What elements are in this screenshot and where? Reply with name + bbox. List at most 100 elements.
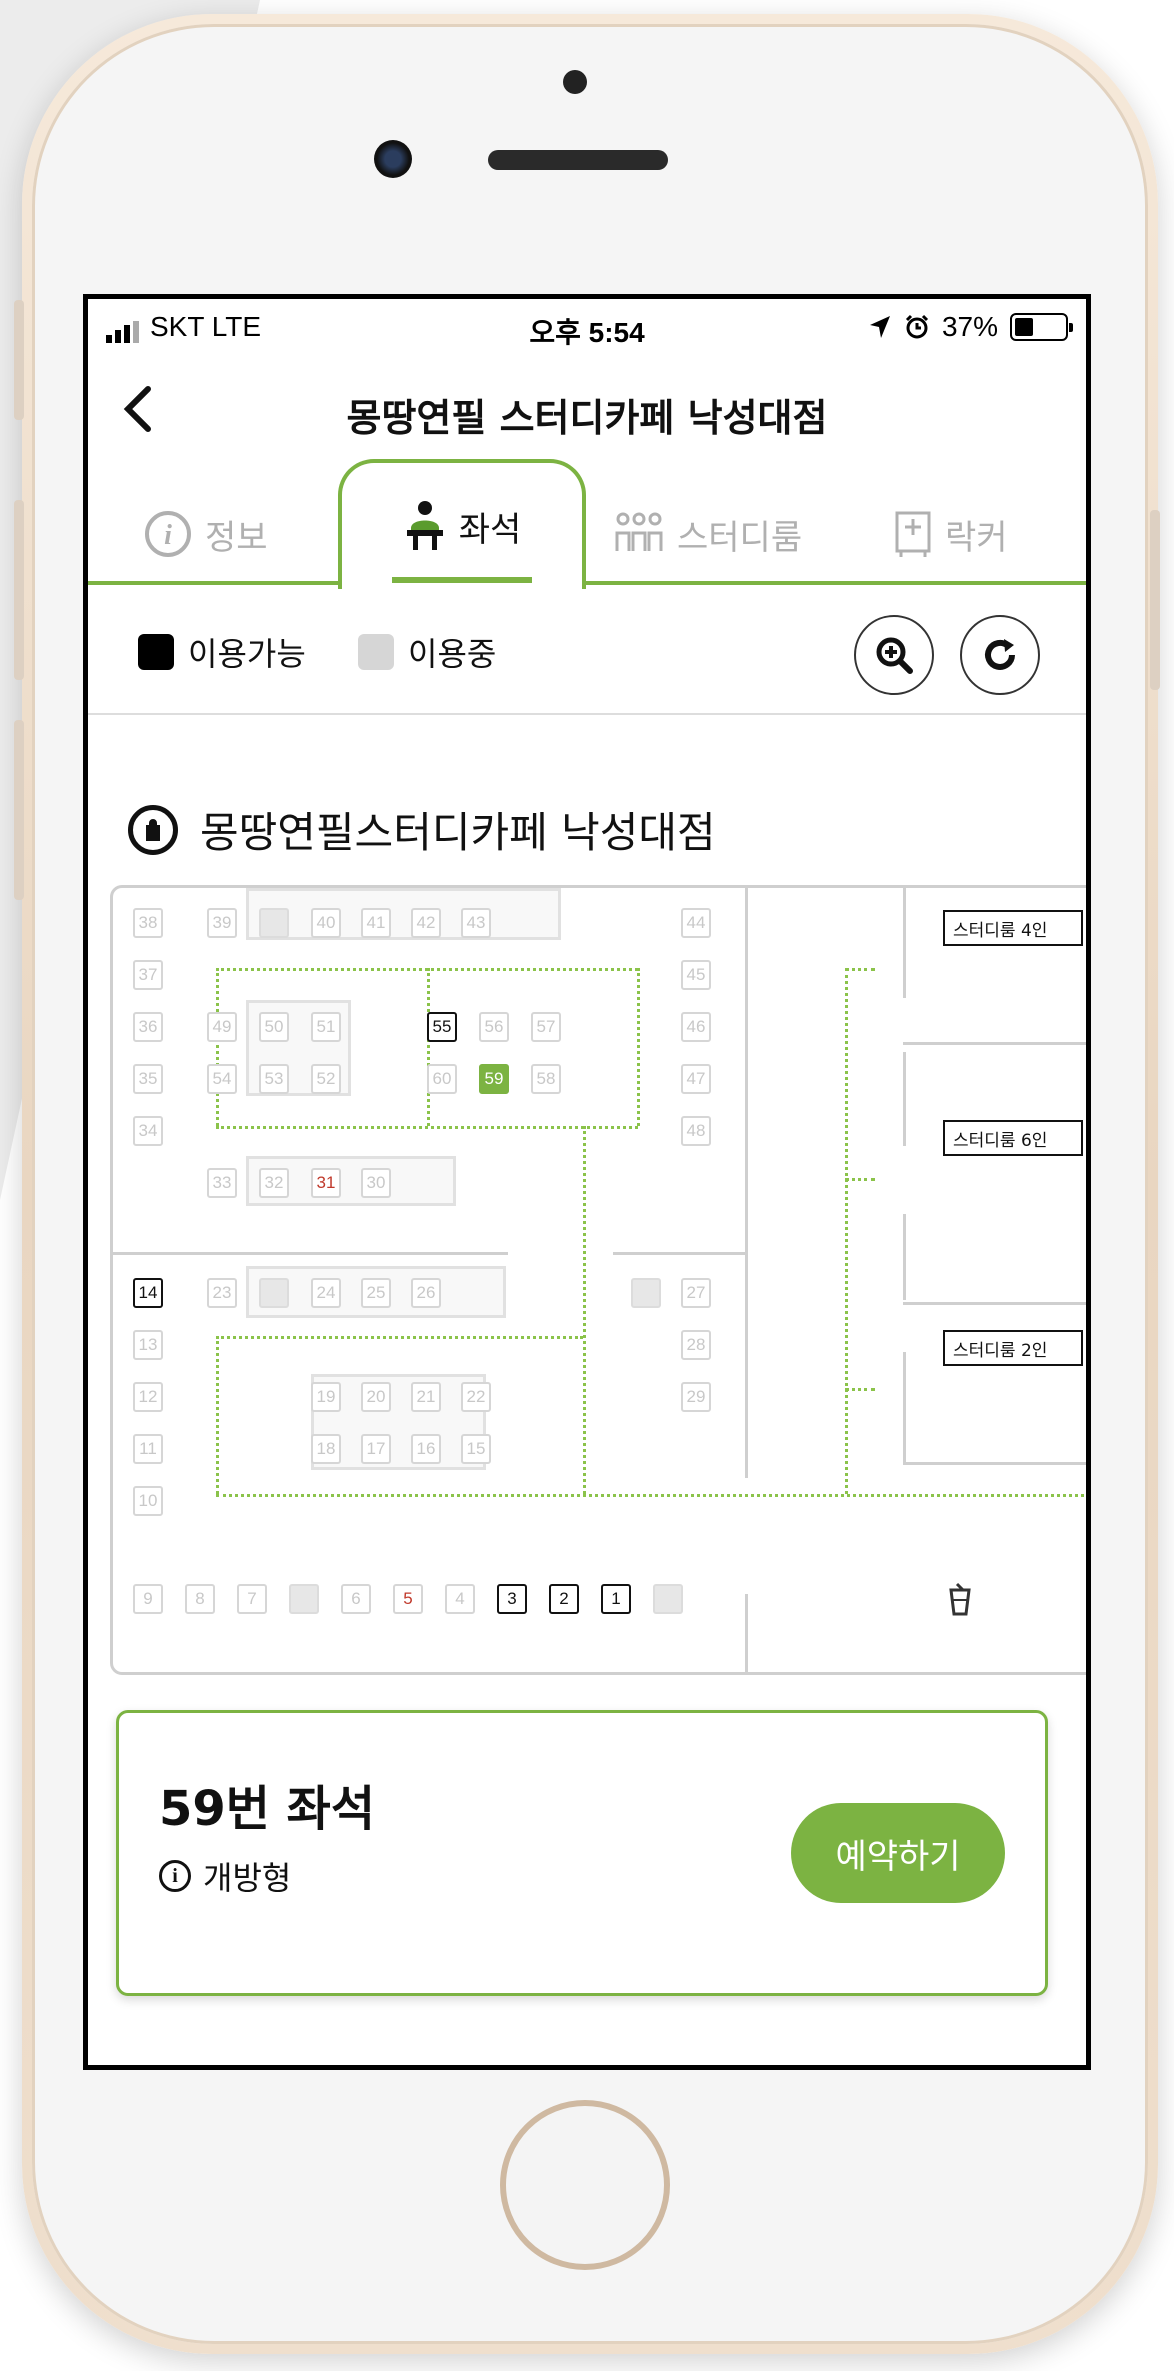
seat-19[interactable]: 19 [311, 1382, 341, 1412]
seat-9[interactable]: 9 [133, 1584, 163, 1614]
seat-17[interactable]: 17 [361, 1434, 391, 1464]
seat-58[interactable]: 58 [531, 1064, 561, 1094]
unavailable-seat [259, 908, 289, 938]
status-right: 37% [868, 311, 1073, 343]
seat-26[interactable]: 26 [411, 1278, 441, 1308]
seat-20[interactable]: 20 [361, 1382, 391, 1412]
seat-25[interactable]: 25 [361, 1278, 391, 1308]
seat-49[interactable]: 49 [207, 1012, 237, 1042]
seat-person-icon [406, 501, 443, 550]
tab-bar: i 정보 좌석 스터디룸 락커 [88, 459, 1086, 589]
seat-23[interactable]: 23 [207, 1278, 237, 1308]
seat-44[interactable]: 44 [681, 908, 711, 938]
seat-57[interactable]: 57 [531, 1012, 561, 1042]
page-title: 몽땅연필 스터디카페 낙성대점 [346, 396, 828, 440]
reserve-button[interactable]: 예약하기 [791, 1803, 1005, 1903]
seat-18[interactable]: 18 [311, 1434, 341, 1464]
studyroom-2-label[interactable]: 스터디룸 2인 [943, 1330, 1083, 1366]
seat-32[interactable]: 32 [259, 1168, 289, 1198]
seat-5[interactable]: 5 [393, 1584, 423, 1614]
walkway-path [427, 968, 430, 1126]
seat-37[interactable]: 37 [133, 960, 163, 990]
studyroom-4-label[interactable]: 스터디룸 4인 [943, 910, 1083, 946]
walkway-path [637, 968, 640, 1126]
seat-27[interactable]: 27 [681, 1278, 711, 1308]
seat-24[interactable]: 24 [311, 1278, 341, 1308]
seat-7[interactable]: 7 [237, 1584, 267, 1614]
seat-4[interactable]: 4 [445, 1584, 475, 1614]
walkway-path [216, 1126, 638, 1129]
seat-31[interactable]: 31 [311, 1168, 341, 1198]
battery-fill [1015, 318, 1033, 336]
seat-55[interactable]: 55 [427, 1012, 457, 1042]
seat-10[interactable]: 10 [133, 1486, 163, 1516]
map-wall [903, 1462, 1086, 1465]
map-wall [745, 888, 748, 1478]
seat-11[interactable]: 11 [133, 1434, 163, 1464]
seat-48[interactable]: 48 [681, 1116, 711, 1146]
map-wall [613, 1252, 745, 1255]
seat-14[interactable]: 14 [133, 1278, 163, 1308]
seat-54[interactable]: 54 [207, 1064, 237, 1094]
seat-8[interactable]: 8 [185, 1584, 215, 1614]
seat-59[interactable]: 59 [479, 1064, 509, 1094]
legend-in-use-label: 이용중 [408, 635, 497, 673]
seat-21[interactable]: 21 [411, 1382, 441, 1412]
seat-1[interactable]: 1 [601, 1584, 631, 1614]
seat-46[interactable]: 46 [681, 1012, 711, 1042]
seat-53[interactable]: 53 [259, 1064, 289, 1094]
seat-13[interactable]: 13 [133, 1330, 163, 1360]
seat-42[interactable]: 42 [411, 908, 441, 938]
seat-36[interactable]: 36 [133, 1012, 163, 1042]
seat-30[interactable]: 30 [361, 1168, 391, 1198]
locker-icon [895, 511, 931, 557]
tab-studyroom[interactable]: 스터디룸 [613, 499, 802, 569]
seat-38[interactable]: 38 [133, 908, 163, 938]
map-wall [903, 1352, 906, 1462]
seat-28[interactable]: 28 [681, 1330, 711, 1360]
in-use-swatch [358, 634, 394, 670]
battery-percent: 37% [941, 311, 998, 342]
seat-60[interactable]: 60 [427, 1064, 457, 1094]
seat-41[interactable]: 41 [361, 908, 391, 938]
store-name: 몽땅연필스터디카페 낙성대점 [200, 808, 716, 857]
seat-22[interactable]: 22 [461, 1382, 491, 1412]
legend-available: 이용가능 [138, 629, 306, 675]
seat-51[interactable]: 51 [311, 1012, 341, 1042]
map-wall [903, 888, 906, 998]
map-wall [903, 1302, 1086, 1305]
seat-2[interactable]: 2 [549, 1584, 579, 1614]
seat-52[interactable]: 52 [311, 1064, 341, 1094]
alarm-icon [905, 314, 929, 339]
tab-locker[interactable]: 락커 [893, 499, 1008, 569]
refresh-button[interactable] [960, 615, 1040, 695]
seat-43[interactable]: 43 [461, 908, 491, 938]
seat-35[interactable]: 35 [133, 1064, 163, 1094]
tab-locker-label: 락커 [945, 517, 1008, 558]
seat-16[interactable]: 16 [411, 1434, 441, 1464]
walkway-path [216, 1336, 583, 1339]
app-screen: SKT LTE 오후 5:54 37% 몽땅연필 스터디카페 낙성대점 i 정보… [83, 294, 1091, 2070]
tab-info[interactable]: i 정보 [143, 499, 268, 569]
seat-47[interactable]: 47 [681, 1064, 711, 1094]
seat-40[interactable]: 40 [311, 908, 341, 938]
seat-50[interactable]: 50 [259, 1012, 289, 1042]
active-tab-indicator [392, 577, 532, 583]
seat-45[interactable]: 45 [681, 960, 711, 990]
seat-56[interactable]: 56 [479, 1012, 509, 1042]
seat-15[interactable]: 15 [461, 1434, 491, 1464]
seat-6[interactable]: 6 [341, 1584, 371, 1614]
seat-34[interactable]: 34 [133, 1116, 163, 1146]
seat-39[interactable]: 39 [207, 908, 237, 938]
seat-map[interactable]: 스터디룸 4인 스터디룸 6인 스터디룸 2인 38 37 36 35 34 39 40 41… [110, 885, 1086, 1675]
map-wall [113, 1252, 508, 1255]
tab-seat[interactable]: 좌석 [338, 459, 586, 589]
seat-3[interactable]: 3 [497, 1584, 527, 1614]
seat-type: i 개방형 [159, 1853, 291, 1899]
studyroom-6-label[interactable]: 스터디룸 6인 [943, 1120, 1083, 1156]
home-button[interactable] [500, 2100, 670, 2270]
seat-29[interactable]: 29 [681, 1382, 711, 1412]
seat-33[interactable]: 33 [207, 1168, 237, 1198]
zoom-in-button[interactable] [854, 615, 934, 695]
seat-12[interactable]: 12 [133, 1382, 163, 1412]
